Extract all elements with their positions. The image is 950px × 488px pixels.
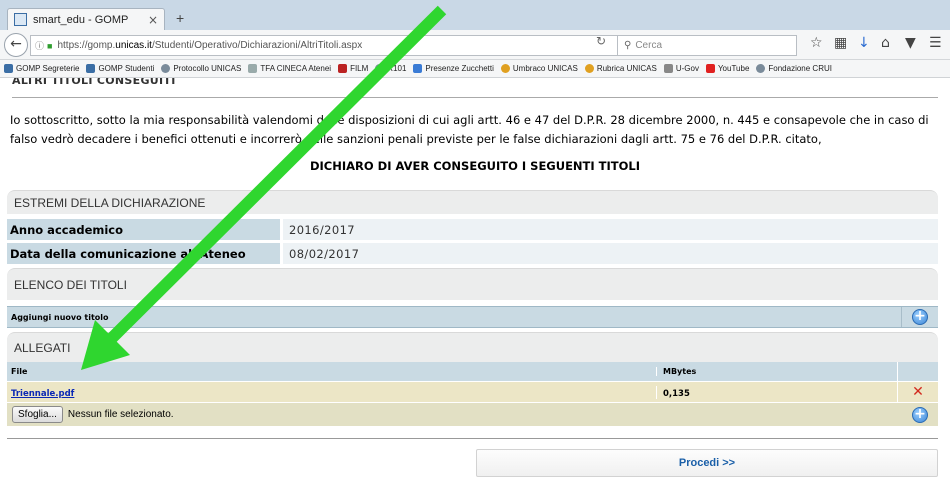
film-icon <box>338 64 348 73</box>
globe-icon <box>161 64 171 73</box>
search-placeholder: Cerca <box>635 40 663 51</box>
url-path: /Studenti/Operativo/Dichiarazioni/AltriT… <box>151 40 363 51</box>
bookmark-icon <box>663 64 673 73</box>
bookmark-item[interactable]: YouTube <box>705 64 749 73</box>
page-title: ALTRI TITOLI CONSEGUITI <box>12 78 176 87</box>
file-link[interactable]: Triennale.pdf <box>11 389 74 399</box>
delete-icon[interactable]: ✕ <box>912 384 924 400</box>
add-titolo-button[interactable]: + <box>912 309 928 325</box>
bookmark-star-icon[interactable]: ☆ <box>810 35 823 51</box>
col-actions-header <box>897 362 938 381</box>
bookmark-icon <box>500 64 510 73</box>
bookmark-item[interactable]: GOMP Studenti <box>86 64 154 73</box>
bookmark-item[interactable]: Fondazione CRUI <box>756 64 832 73</box>
data-row: Data della comunicazione all'Ateneo 08/0… <box>7 243 938 264</box>
bookmark-item[interactable]: TFA CINECA Atenei <box>248 64 331 73</box>
browser-navbar: ← ⓘ ■ https://gomp. unicas.it/Studenti/Op… <box>0 30 950 60</box>
menu-icon[interactable]: ☰ <box>929 35 942 51</box>
close-tab-icon[interactable]: × <box>148 13 158 27</box>
globe-icon <box>375 64 385 73</box>
anno-label: Anno accademico <box>7 219 280 240</box>
tab-title: smart_edu - GOMP <box>33 13 129 26</box>
bookmark-icon <box>4 64 13 73</box>
titoli-section-header: ELENCO DEI TITOLI <box>7 268 938 300</box>
library-icon[interactable]: ▦ <box>834 35 847 51</box>
table-row: Triennale.pdf 0,135 ✕ <box>7 381 938 402</box>
upload-row: Sfoglia... Nessun file selezionato. + <box>7 402 938 426</box>
upload-file-button[interactable]: + <box>912 406 928 423</box>
download-icon[interactable]: ↓ <box>858 35 870 51</box>
bookmark-item[interactable]: R101 <box>375 64 406 73</box>
url-prefix: https://gomp. <box>57 40 116 51</box>
bookmark-item[interactable]: Protocollo UNICAS <box>161 64 241 73</box>
browse-button[interactable]: Sfoglia... <box>12 406 63 423</box>
bookmark-item[interactable]: Rubrica UNICAS <box>584 64 657 73</box>
info-icon: ⓘ <box>35 41 45 51</box>
file-size: 0,135 <box>663 388 690 399</box>
anno-row: Anno accademico 2016/2017 <box>7 219 938 240</box>
reload-icon[interactable]: ↻ <box>596 34 606 48</box>
address-bar[interactable]: ⓘ ■ https://gomp. unicas.it/Studenti/Oper… <box>30 35 618 56</box>
home-icon[interactable]: ⌂ <box>881 35 890 51</box>
bookmark-icon <box>584 64 594 73</box>
site-favicon-icon <box>14 13 27 26</box>
arrow-left-icon: ← <box>10 36 22 52</box>
bookmark-item[interactable]: FILM <box>338 64 368 73</box>
col-file-header: File <box>11 367 28 376</box>
data-value: 08/02/2017 <box>280 243 938 264</box>
youtube-icon <box>705 64 715 73</box>
no-file-label: Nessun file selezionato. <box>67 409 174 420</box>
allegati-table-header: File MBytes <box>7 362 938 381</box>
col-mbytes-header: MBytes <box>656 367 897 376</box>
search-icon: ⚲ <box>624 40 632 51</box>
new-tab-button[interactable]: + <box>176 10 184 26</box>
bookmark-item[interactable]: GOMP Segreterie <box>4 64 79 73</box>
search-input[interactable]: ⚲ Cerca <box>617 35 797 56</box>
bookmark-icon <box>248 64 258 73</box>
bookmark-item[interactable]: U-Gov <box>663 64 699 73</box>
data-label: Data della comunicazione all'Ateneo <box>7 243 280 264</box>
anno-value: 2016/2017 <box>280 219 938 240</box>
add-titolo-bar: Aggiungi nuovo titolo + <box>7 306 938 328</box>
declaration-text: Io sottoscritto, sotto la mia responsabi… <box>10 113 929 146</box>
bookmark-item[interactable]: Presenze Zucchetti <box>413 64 494 73</box>
declaration-heading: DICHIARO DI AVER CONSEGUITO I SEGUENTI T… <box>309 159 641 173</box>
back-button[interactable]: ← <box>4 33 28 57</box>
browser-tabstrip: smart_edu - GOMP × + <box>0 0 950 30</box>
add-titolo-label: Aggiungi nuovo titolo <box>11 312 109 322</box>
browser-tab[interactable]: smart_edu - GOMP × <box>7 8 165 30</box>
bottom-divider <box>7 438 938 439</box>
pocket-icon[interactable]: ▼ <box>905 35 916 51</box>
estremi-section-header: ESTREMI DELLA DICHIARAZIONE <box>7 190 938 214</box>
column-divider <box>901 307 902 327</box>
url-domain: unicas.it <box>115 40 152 51</box>
allegati-section-header: ALLEGATI <box>7 332 938 362</box>
globe-icon <box>756 64 766 73</box>
bookmark-icon <box>86 64 96 73</box>
lock-icon: ■ <box>47 40 53 51</box>
procedi-button[interactable]: Procedi >> <box>476 449 938 477</box>
bookmarks-bar: GOMP Segreterie GOMP Studenti Protocollo… <box>0 60 950 78</box>
bookmark-item[interactable]: Umbraco UNICAS <box>500 64 578 73</box>
title-divider <box>12 97 938 98</box>
bookmark-icon <box>413 64 423 73</box>
